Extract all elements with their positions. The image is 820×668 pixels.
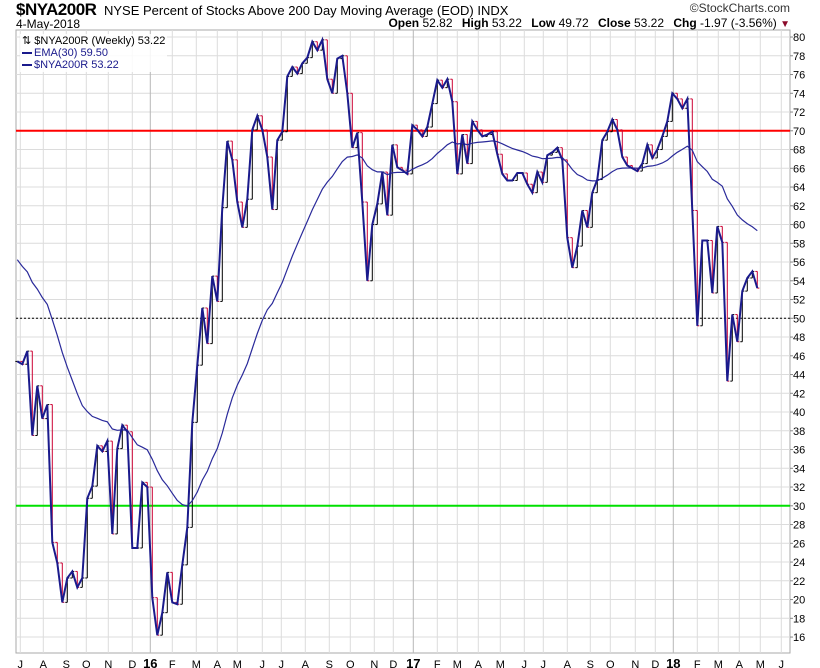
y-tick-label: 56 — [793, 257, 805, 269]
x-tick-label: M — [756, 659, 765, 668]
ema-legend-swatch — [22, 52, 32, 55]
chart-legend: ⇅ $NYA200R (Weekly) 53.22 EMA(30) 59.50 … — [20, 34, 168, 72]
y-tick-label: 76 — [793, 70, 805, 82]
y-tick-label: 40 — [793, 407, 805, 419]
x-tick-label: 16 — [143, 656, 157, 668]
x-tick-label: M — [453, 659, 462, 668]
price-legend-swatch — [22, 64, 32, 67]
legend-series: $NYA200R 53.22 — [34, 59, 119, 71]
y-tick-label: 34 — [793, 463, 805, 475]
y-tick-label: 16 — [793, 632, 805, 644]
x-tick-label: J — [18, 659, 24, 668]
y-tick-label: 50 — [793, 313, 805, 325]
y-tick-label: 54 — [793, 276, 805, 288]
y-tick-label: 46 — [793, 351, 805, 363]
y-tick-label: 80 — [793, 32, 805, 44]
y-tick-label: 24 — [793, 557, 805, 569]
x-tick-label: J — [522, 659, 528, 668]
x-tick-label: 18 — [666, 656, 680, 668]
y-tick-label: 60 — [793, 220, 805, 232]
x-tick-label: J — [260, 659, 266, 668]
y-tick-label: 64 — [793, 182, 805, 194]
x-tick-label: F — [694, 659, 701, 668]
x-tick-label: N — [104, 659, 112, 668]
x-tick-label: M — [496, 659, 505, 668]
y-tick-label: 72 — [793, 107, 805, 119]
x-tick-label: A — [40, 659, 48, 668]
y-tick-label: 28 — [793, 520, 805, 532]
x-tick-label: 17 — [406, 656, 420, 668]
x-tick-label: S — [587, 659, 594, 668]
y-tick-label: 58 — [793, 238, 805, 250]
y-tick-label: 66 — [793, 163, 805, 175]
x-tick-label: N — [370, 659, 378, 668]
y-tick-label: 32 — [793, 482, 805, 494]
y-tick-label: 68 — [793, 145, 805, 157]
x-tick-label: N — [631, 659, 639, 668]
y-tick-label: 42 — [793, 388, 805, 400]
x-tick-label: F — [434, 659, 441, 668]
x-tick-label: J — [279, 659, 285, 668]
x-tick-label: O — [82, 659, 91, 668]
x-tick-label: M — [714, 659, 723, 668]
y-tick-label: 62 — [793, 201, 805, 213]
x-tick-label: A — [564, 659, 572, 668]
x-tick-label: J — [779, 659, 785, 668]
y-tick-label: 78 — [793, 51, 805, 63]
x-tick-label: M — [192, 659, 201, 668]
x-tick-label: S — [326, 659, 333, 668]
y-tick-label: 52 — [793, 295, 805, 307]
y-tick-label: 74 — [793, 88, 805, 100]
y-tick-label: 36 — [793, 445, 805, 457]
x-tick-label: A — [736, 659, 744, 668]
x-tick-label: O — [606, 659, 615, 668]
bar-chart-icon: ⇅ — [22, 35, 32, 47]
y-tick-label: 18 — [793, 613, 805, 625]
legend-ema: EMA(30) 59.50 — [34, 47, 108, 59]
x-tick-label: J — [541, 659, 547, 668]
x-tick-label: D — [389, 659, 397, 668]
y-tick-label: 70 — [793, 126, 805, 138]
y-tick-label: 22 — [793, 576, 805, 588]
y-tick-label: 20 — [793, 595, 805, 607]
y-tick-label: 26 — [793, 538, 805, 550]
x-tick-label: S — [63, 659, 70, 668]
x-tick-label: A — [302, 659, 310, 668]
y-tick-label: 48 — [793, 332, 805, 344]
x-tick-label: O — [346, 659, 355, 668]
y-tick-label: 38 — [793, 426, 805, 438]
x-tick-label: F — [169, 659, 176, 668]
x-tick-label: A — [214, 659, 222, 668]
x-tick-label: A — [475, 659, 483, 668]
legend-title: $NYA200R (Weekly) 53.22 — [34, 35, 166, 47]
y-tick-label: 30 — [793, 501, 805, 513]
price-chart: 16 18 20 22 24 26 28 30 32 34 36 38 40 42 44 46 48 50 52 54… — [15, 29, 805, 668]
y-tick-label: 44 — [793, 370, 805, 382]
x-tick-label: D — [651, 659, 659, 668]
x-tick-label: M — [233, 659, 242, 668]
x-tick-label: D — [128, 659, 136, 668]
